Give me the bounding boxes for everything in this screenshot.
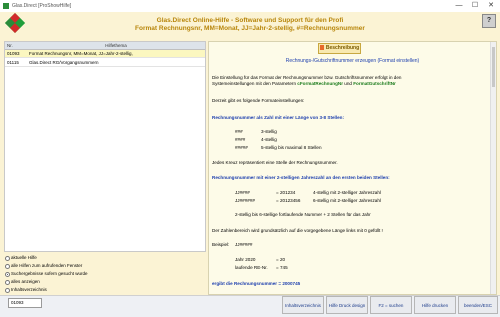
- radio-icon: [5, 272, 10, 277]
- hilfe-druck-design-button[interactable]: Hilfe Druck design: [326, 296, 368, 314]
- format-desc: 4-stellig mit 2-stelliger Jahreszahl: [313, 190, 381, 195]
- example-renr-label: laufende RE-Nr.: [235, 265, 268, 270]
- row-divider: [5, 66, 205, 67]
- paragraph-text: Systemeinstellungen mit den Parametern: [212, 81, 297, 86]
- minimize-button[interactable]: —: [453, 1, 465, 10]
- header-subtitle: Format Rechnungsnr, MM=Monat, JJ=Jahr-2-…: [135, 25, 365, 32]
- scrollbar-thumb[interactable]: [492, 47, 495, 87]
- column-header-nr[interactable]: Nr.: [5, 42, 29, 50]
- tab-label: Beschreibung: [325, 45, 360, 51]
- radio-icon: [5, 280, 10, 285]
- example-year-value: = 20: [276, 257, 286, 262]
- topic-title: Glas.Direct RG/Vorgangsnummern: [29, 60, 99, 65]
- paragraph-text: Jedes Kreuz repräsentiert eine Stelle de…: [212, 160, 338, 165]
- option-label: alle Hilfen zum aufrufenden Fenster: [11, 263, 83, 268]
- topics-list: Nr. Hilfethema 01093 Format Rechnungsnr,…: [4, 41, 206, 252]
- format-desc: 4-stellig: [261, 137, 277, 142]
- topic-row[interactable]: 01115 Glas.Direct RG/Vorgangsnummern: [5, 59, 205, 66]
- format-code: ####: [235, 137, 246, 142]
- format-desc: 6-stellig mit 2-stelliger Jahreszahl: [313, 198, 381, 203]
- content-scrollbar[interactable]: [490, 42, 496, 294]
- column-header-hilfethema[interactable]: Hilfethema: [27, 42, 205, 50]
- example-renr-value: = 745: [276, 265, 288, 270]
- beenden-button[interactable]: beenden/ESC: [458, 296, 498, 314]
- suchen-button[interactable]: F2 = suchen: [370, 296, 412, 314]
- option-label: Inhaltsverzeichnis: [11, 287, 47, 292]
- format-example: = 201234: [276, 190, 296, 195]
- topic-row[interactable]: 01093 Format Rechnungsnr, MM=Monat, JJ=J…: [5, 50, 205, 57]
- window-title: Glas.Direct [ProShowHilfe]: [12, 3, 72, 9]
- param-format-gutschrift: FormatGutschriftNr: [353, 81, 396, 86]
- example-code: JJ#####: [235, 242, 253, 247]
- format-desc: 5-stellig bis maximal 8 Stellen: [261, 145, 322, 150]
- format-desc: 3-stellig: [261, 129, 277, 134]
- header-title: Glas.Direct Online-Hilfe - Software und …: [156, 17, 344, 24]
- section-heading: Rechnungsnummer als Zahl mit einer Länge…: [212, 115, 344, 120]
- option-inhaltsverzeichnis[interactable]: Inhaltsverzeichnis: [4, 286, 204, 294]
- paragraph-text: Der Zahlenbereich wird grundsätzlich auf…: [212, 228, 383, 233]
- topic-nr: 01115: [7, 60, 19, 65]
- paragraph-text: 2-stellig bis 6-stellige fortlaufende Nu…: [235, 212, 371, 217]
- option-label: aktuelle Hilfe: [11, 255, 37, 260]
- content-heading: Rechnungs-/Gutschriftnummer erzeugen (Fo…: [285, 58, 420, 64]
- section-heading: Rechnungsnummer mit einer 2-stelligen Ja…: [212, 175, 390, 180]
- paragraph-text: und: [344, 81, 352, 86]
- option-alles-anzeigen[interactable]: alles anzeigen: [4, 278, 204, 286]
- option-alle-hilfen[interactable]: alle Hilfen zum aufrufenden Fenster: [4, 262, 204, 270]
- format-code: JJ####: [235, 190, 250, 195]
- row-divider: [5, 57, 205, 58]
- document-icon: [319, 45, 324, 50]
- filter-options: aktuelle Hilfe alle Hilfen zum aufrufend…: [4, 254, 204, 294]
- param-format-rechnung: cFormatRechnungNr: [297, 81, 343, 86]
- radio-icon: [5, 256, 10, 261]
- format-example: = 20123456: [276, 198, 301, 203]
- app-icon: [3, 3, 9, 9]
- search-input[interactable]: 01093: [8, 298, 42, 308]
- paragraph-text: Derzeit gibt es folgende Formateinstellu…: [212, 98, 305, 103]
- example-result: ergibt die Rechnungsnummer = 2000745: [212, 281, 301, 286]
- format-code: #####: [235, 145, 248, 150]
- help-button[interactable]: ?: [482, 14, 496, 28]
- option-aktuelle-hilfe[interactable]: aktuelle Hilfe: [4, 254, 204, 262]
- option-label: Suchergebnisse sofern gesucht wurde: [11, 271, 88, 276]
- format-code: JJ######: [235, 198, 255, 203]
- help-content-panel: Beschreibung Rechnungs-/Gutschriftnummer…: [208, 41, 497, 295]
- inhaltsverzeichnis-button[interactable]: Inhaltsverzeichnis: [282, 296, 324, 314]
- topic-title: Format Rechnungsnr, MM=Monat, JJ=Jahr-2-…: [29, 51, 133, 56]
- hilfe-drucken-button[interactable]: Hilfe drucken: [414, 296, 456, 314]
- maximize-button[interactable]: ☐: [469, 1, 481, 10]
- help-header: Glas.Direct Online-Hilfe - Software und …: [0, 12, 500, 36]
- option-suchergebnisse[interactable]: Suchergebnisse sofern gesucht wurde: [4, 270, 204, 278]
- radio-icon: [5, 288, 10, 293]
- example-year-label: Jahr 2020: [235, 257, 256, 262]
- paragraph-text: Systemeinstellungen mit den Parametern c…: [212, 81, 396, 87]
- option-label: alles anzeigen: [11, 279, 40, 284]
- tab-beschreibung[interactable]: Beschreibung: [318, 43, 361, 54]
- close-button[interactable]: ✕: [485, 1, 497, 10]
- format-code: ###: [235, 129, 243, 134]
- topic-nr: 01093: [7, 51, 20, 56]
- radio-icon: [5, 264, 10, 269]
- example-label: Beispiel:: [212, 242, 230, 247]
